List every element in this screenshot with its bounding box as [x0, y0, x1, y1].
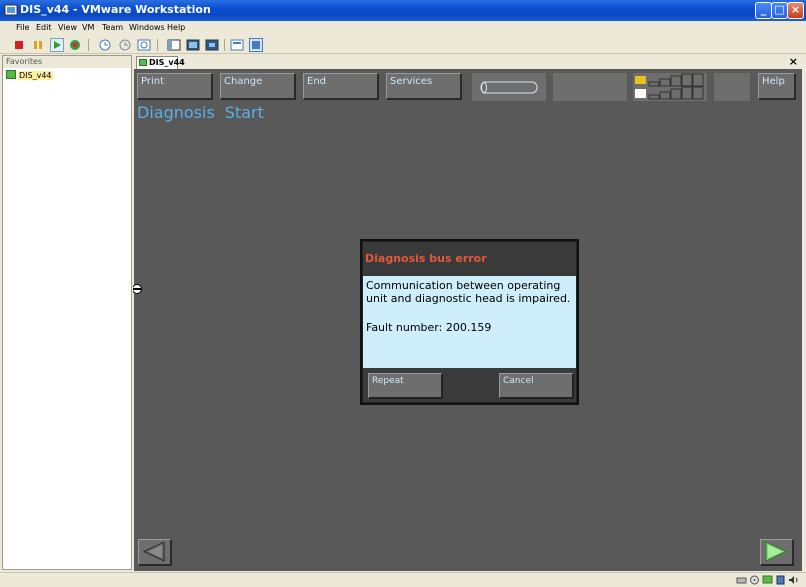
arrow-right-icon: [765, 541, 788, 562]
status-panel-empty: [553, 73, 627, 101]
toolbar-separator: [224, 39, 225, 51]
repeat-button[interactable]: Repeat: [368, 373, 443, 399]
vmware-window: DIS_v44 - VMware Workstation _ □ × File …: [0, 0, 806, 587]
arrow-left-icon: [142, 541, 165, 562]
summary-view-icon[interactable]: [230, 38, 244, 52]
menu-team[interactable]: Team: [102, 23, 123, 32]
page-title-word2: Start: [224, 103, 264, 122]
maximize-button[interactable]: □: [771, 2, 788, 19]
dialog-footer: Repeat Cancel: [363, 368, 576, 402]
error-dialog: Diagnosis bus error Communication betwee…: [360, 239, 579, 405]
snapshot-icon[interactable]: [98, 38, 112, 52]
mouse-cursor-icon: [133, 284, 142, 294]
network-icon[interactable]: [762, 575, 773, 585]
sidebar-toggle-icon[interactable]: [167, 38, 181, 52]
menu-vm[interactable]: VM: [82, 23, 94, 32]
menu-bar: File Edit View VM Team Windows Help: [0, 21, 806, 36]
usb-icon[interactable]: [775, 575, 786, 585]
help-button[interactable]: Help: [758, 73, 796, 100]
menu-file[interactable]: File: [16, 23, 29, 32]
status-panel-connection: [472, 73, 546, 101]
vm-icon: [139, 59, 147, 66]
power-on-icon[interactable]: [50, 38, 64, 52]
toolbar-separator: [157, 39, 158, 51]
page-title: Diagnosis Start: [137, 103, 264, 122]
forward-button[interactable]: [760, 539, 794, 566]
menu-windows[interactable]: Windows: [129, 23, 165, 32]
dialog-message: Communication between operating unit and…: [366, 279, 571, 305]
status-panel-signal: [633, 73, 707, 101]
minimize-button[interactable]: _: [755, 2, 772, 19]
vmware-app-icon: [4, 4, 18, 16]
connection-cylinder-icon: [480, 81, 538, 94]
reset-icon[interactable]: [68, 38, 82, 52]
back-button[interactable]: [138, 539, 172, 566]
page-title-word1: Diagnosis: [137, 103, 215, 122]
close-tab-icon[interactable]: ×: [789, 55, 798, 68]
toolbar-separator: [88, 39, 89, 51]
suspend-icon[interactable]: [31, 38, 45, 52]
toolbar: [0, 36, 806, 54]
favorites-header: Favorites: [3, 56, 131, 68]
dialog-header: Diagnosis bus error: [363, 242, 576, 276]
quick-switch-icon[interactable]: [205, 38, 219, 52]
status-bar: [0, 572, 806, 587]
status-panel-blank: [714, 73, 750, 101]
sound-icon[interactable]: [788, 575, 799, 585]
cd-rom-icon[interactable]: [749, 575, 760, 585]
vm-icon: [6, 70, 16, 79]
tab-label: DIS_v44: [149, 58, 185, 67]
guest-screen[interactable]: Print Change End Services Help Diagnosis…: [133, 69, 802, 571]
services-button[interactable]: Services: [386, 73, 462, 100]
end-button[interactable]: End: [303, 73, 379, 100]
vm-tab-strip: DIS_v44 ×: [134, 55, 802, 69]
power-off-icon[interactable]: [12, 38, 26, 52]
close-window-button[interactable]: ×: [787, 2, 804, 19]
favorites-pane: Favorites DIS_v44: [2, 55, 132, 570]
hard-disk-icon[interactable]: [736, 575, 747, 585]
console-view-icon[interactable]: [186, 38, 200, 52]
cancel-button[interactable]: Cancel: [499, 373, 574, 399]
fault-number: Fault number: 200.159: [366, 321, 492, 334]
favorites-item-vm[interactable]: DIS_v44: [6, 70, 53, 80]
favorites-item-label: DIS_v44: [18, 71, 53, 80]
tab-vm[interactable]: DIS_v44: [136, 56, 185, 69]
revert-snapshot-icon[interactable]: [118, 38, 132, 52]
change-button[interactable]: Change: [220, 73, 296, 100]
snapshot-manager-icon[interactable]: [137, 38, 151, 52]
menu-view[interactable]: View: [58, 23, 77, 32]
menu-help[interactable]: Help: [167, 23, 185, 32]
window-title: DIS_v44 - VMware Workstation: [20, 3, 211, 16]
full-screen-icon[interactable]: [249, 38, 263, 52]
dialog-title: Diagnosis bus error: [365, 252, 487, 265]
print-button[interactable]: Print: [137, 73, 213, 100]
dialog-body: Communication between operating unit and…: [363, 276, 576, 368]
title-bar[interactable]: DIS_v44 - VMware Workstation _ □ ×: [0, 0, 806, 21]
signal-strength-icon: [635, 73, 704, 100]
menu-edit[interactable]: Edit: [36, 23, 52, 32]
